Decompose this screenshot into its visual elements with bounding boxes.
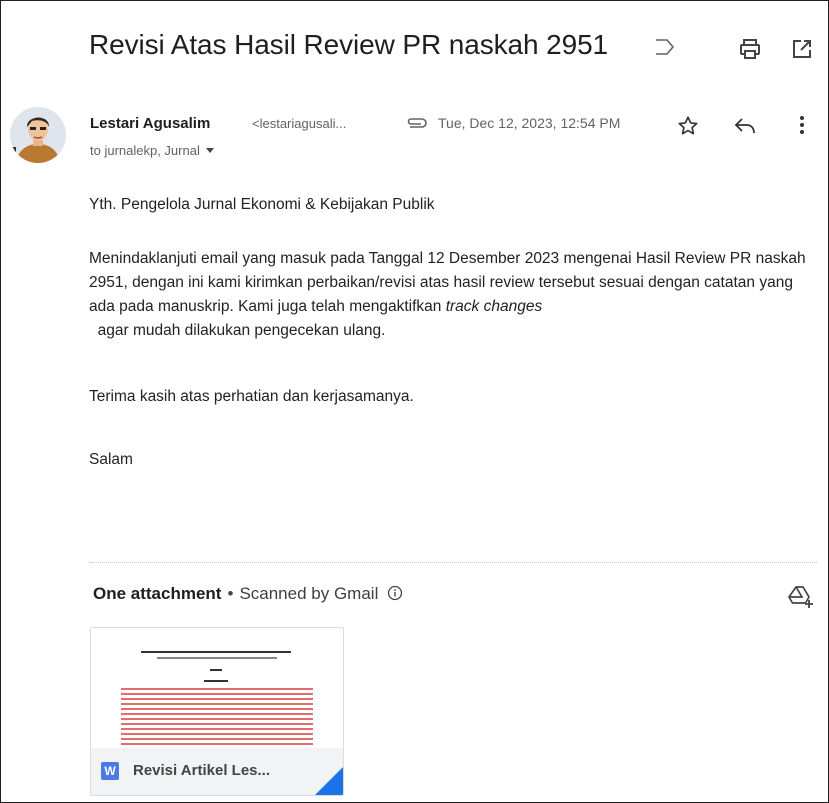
attachments-heading: One attachment • Scanned by Gmail — [93, 584, 403, 604]
scanned-by-gmail: Scanned by Gmail — [239, 584, 379, 603]
thumbnail-tracked-line — [121, 693, 313, 695]
sender-email: <lestariagusali... — [252, 116, 347, 131]
thumbnail-author-line — [210, 669, 222, 671]
open-in-new-window-icon[interactable] — [790, 37, 814, 61]
more-vert-icon[interactable] — [794, 114, 810, 136]
attachments-divider — [89, 562, 817, 563]
email-closing: Salam — [89, 451, 133, 468]
thumbnail-abstract-heading — [204, 680, 228, 682]
thumbnail-tracked-line — [121, 728, 313, 730]
thumbnail-tracked-line — [121, 723, 313, 725]
thumbnail-tracked-line — [121, 733, 313, 735]
thumbnail-tracked-line — [121, 713, 313, 715]
attachment-thumbnail[interactable] — [91, 628, 343, 748]
attachment-card[interactable]: W Revisi Artikel Les... — [90, 627, 344, 796]
thumbnail-subtitle-line — [157, 657, 277, 659]
email-subject: Revisi Atas Hasil Review PR naskah 2951 — [89, 29, 609, 60]
attachment-footer[interactable]: W Revisi Artikel Les... — [91, 748, 343, 795]
attachment-count: One attachment — [93, 584, 222, 603]
chevron-down-icon — [205, 148, 214, 153]
print-icon[interactable] — [738, 37, 762, 61]
email-paragraph: Menindaklanjuti email yang masuk pada Ta… — [89, 247, 809, 343]
page-corner-fold — [315, 767, 343, 795]
email-view: Revisi Atas Hasil Review PR naskah 2951 … — [0, 0, 829, 803]
recipients-dropdown[interactable]: to jurnalekp, Jurnal — [90, 143, 214, 158]
info-icon[interactable] — [387, 585, 403, 601]
thumbnail-tracked-line — [121, 688, 313, 690]
avatar[interactable] — [10, 107, 66, 163]
thumbnail-tracked-line — [121, 708, 313, 710]
separator: • — [227, 584, 234, 603]
recipients-text: to jurnalekp, Jurnal — [90, 143, 200, 158]
label-icon[interactable] — [654, 38, 676, 56]
attachment-file-name[interactable]: Revisi Artikel Les... — [133, 762, 270, 779]
email-greeting: Yth. Pengelola Jurnal Ekonomi & Kebijaka… — [89, 196, 435, 213]
email-date: Tue, Dec 12, 2023, 12:54 PM — [438, 115, 621, 131]
thumbnail-tracked-line — [121, 698, 313, 700]
paperclip-icon — [407, 118, 427, 128]
paragraph-text-end: agar mudah dilakukan pengecekan ulang. — [89, 322, 386, 339]
thumbnail-tracked-line — [121, 703, 313, 705]
add-to-drive-icon[interactable] — [788, 584, 814, 608]
thumbnail-tracked-line — [121, 738, 313, 740]
reply-icon[interactable] — [734, 116, 756, 136]
word-document-icon: W — [101, 762, 119, 780]
sender-name[interactable]: Lestari Agusalim — [90, 115, 210, 132]
email-thanks: Terima kasih atas perhatian dan kerjasam… — [89, 388, 414, 405]
thumbnail-tracked-line — [121, 718, 313, 720]
star-icon[interactable] — [677, 115, 699, 137]
paragraph-italic-text: track changes — [445, 298, 543, 315]
thumbnail-title-line — [141, 651, 291, 653]
thumbnail-tracked-line — [121, 743, 313, 745]
